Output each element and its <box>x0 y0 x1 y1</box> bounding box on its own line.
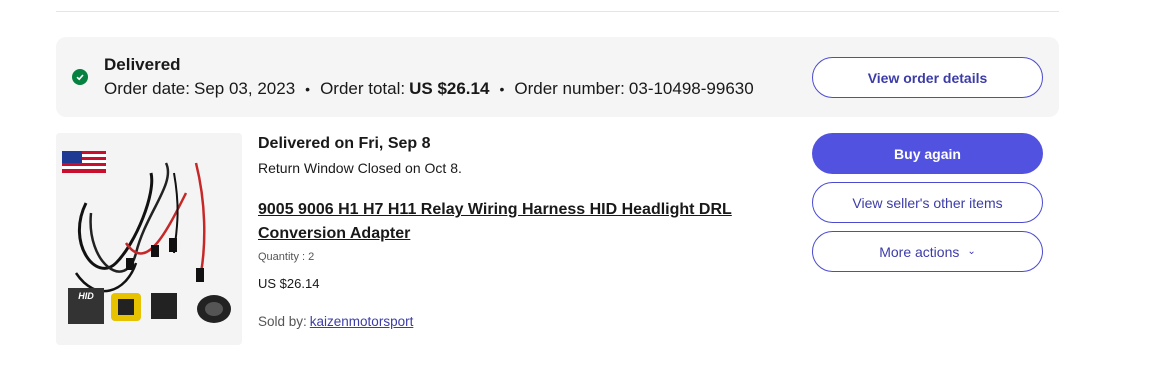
more-actions-button[interactable]: More actions ⌄ <box>812 231 1043 272</box>
order-date: Sep 03, 2023 <box>194 79 296 98</box>
separator-dot: • <box>499 81 505 97</box>
svg-text:HID: HID <box>78 291 94 301</box>
delivery-date: Delivered on Fri, Sep 8 <box>258 135 431 152</box>
sold-by: Sold by: kaizenmotorsport <box>258 314 413 329</box>
order-total-label: Order total: <box>320 79 406 98</box>
item-title-link[interactable]: 9005 9006 H1 H7 H11 Relay Wiring Harness… <box>258 198 778 246</box>
buy-again-button[interactable]: Buy again <box>812 133 1043 174</box>
order-number: 03-10498-99630 <box>628 79 754 98</box>
order-total: US $26.14 <box>409 79 490 98</box>
view-order-details-button[interactable]: View order details <box>812 57 1043 98</box>
return-window-note: Return Window Closed on Oct 8. <box>258 160 462 176</box>
more-actions-label: More actions <box>879 243 960 260</box>
item-price: US $26.14 <box>258 276 320 291</box>
item-thumbnail[interactable]: HID <box>56 133 242 345</box>
view-seller-items-button[interactable]: View seller's other items <box>812 182 1043 223</box>
order-status-banner: Delivered Order date: Sep 03, 2023 • Ord… <box>56 37 1059 117</box>
seller-link[interactable]: kaizenmotorsport <box>310 314 414 329</box>
check-circle-icon <box>72 69 88 85</box>
item-quantity: Quantity : 2 <box>258 251 315 263</box>
separator-dot: • <box>305 81 311 97</box>
order-date-label: Order date: <box>104 79 190 98</box>
order-number-label: Order number: <box>514 79 625 98</box>
order-meta: Order date: Sep 03, 2023 • Order total: … <box>104 79 754 99</box>
sold-by-label: Sold by: <box>258 314 307 329</box>
divider <box>56 11 1059 12</box>
order-status: Delivered <box>104 55 181 74</box>
chevron-down-icon: ⌄ <box>967 246 976 257</box>
